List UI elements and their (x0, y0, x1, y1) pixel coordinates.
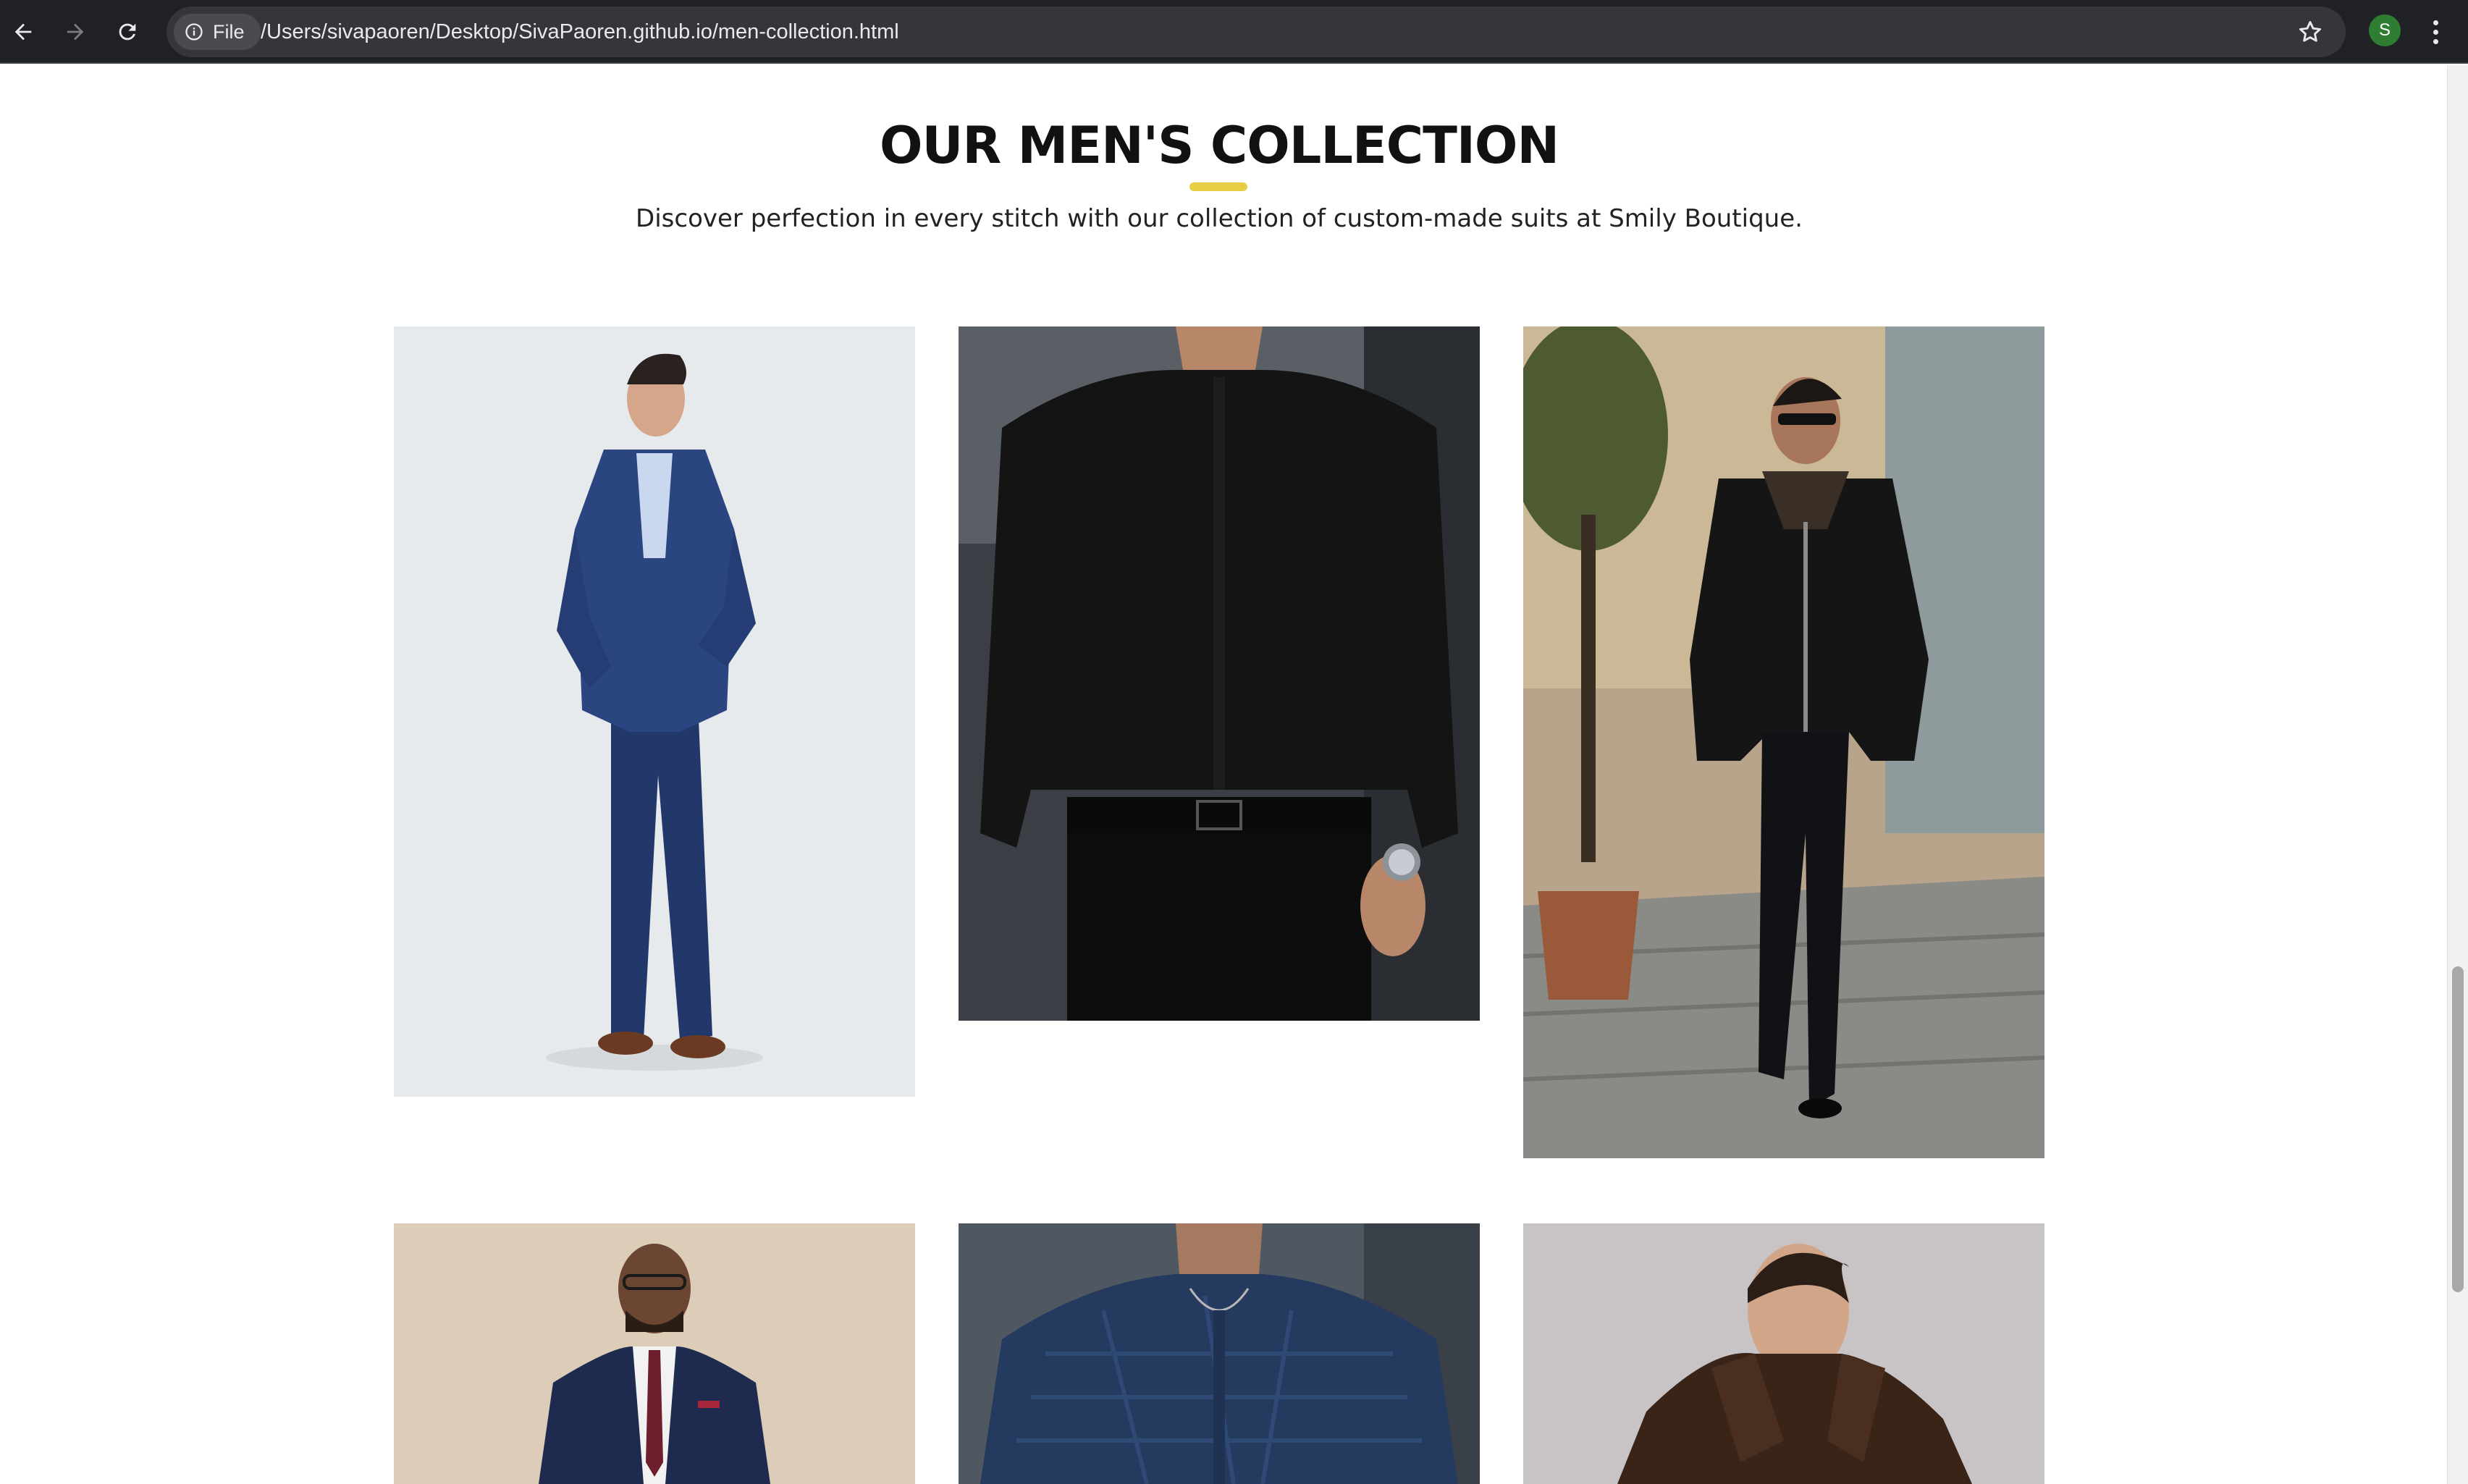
page-viewport: OUR MEN'S COLLECTION Discover perfection… (0, 65, 2447, 1484)
product-card-black-shirt[interactable] (959, 326, 1480, 1021)
site-info-chip[interactable]: File (174, 14, 261, 50)
product-image (394, 326, 915, 1097)
info-icon (185, 23, 203, 41)
reload-button[interactable] (109, 13, 146, 51)
page-scrollbar[interactable] (2447, 65, 2468, 1484)
browser-toolbar: File /Users/sivapaoren/Desktop/SivaPaore… (0, 0, 2468, 64)
back-arrow-icon (14, 23, 32, 41)
title-underline (1189, 182, 1247, 191)
scrollbar-thumb[interactable] (2452, 966, 2464, 1292)
address-bar[interactable]: File /Users/sivapaoren/Desktop/SivaPaore… (167, 7, 2346, 57)
product-card-navy-suit[interactable] (394, 326, 915, 1097)
forward-arrow-icon (67, 23, 84, 41)
url-text[interactable]: /Users/sivapaoren/Desktop/SivaPaoren.git… (261, 7, 899, 57)
product-card-brown-leather-jacket[interactable] (1523, 1223, 2044, 1484)
bookmark-star-icon[interactable] (2296, 18, 2324, 46)
kebab-menu-icon[interactable] (2421, 13, 2450, 51)
product-image (1523, 1223, 2044, 1484)
reload-icon (119, 23, 136, 41)
product-image (1523, 326, 2044, 1158)
product-card-three-piece-suit[interactable] (394, 1223, 915, 1484)
back-button[interactable] (4, 13, 42, 51)
section-subtitle: Discover perfection in every stitch with… (636, 204, 1803, 233)
site-info-label: File (213, 20, 245, 43)
product-image (959, 1223, 1480, 1484)
section-title: OUR MEN'S COLLECTION (879, 116, 1559, 175)
product-image (959, 326, 1480, 1021)
profile-avatar[interactable]: S (2369, 14, 2401, 46)
forward-button[interactable] (56, 13, 94, 51)
product-card-leather-jacket[interactable] (1523, 326, 2044, 1158)
product-image (394, 1223, 915, 1484)
product-card-navy-patterned-shirt[interactable] (959, 1223, 1480, 1484)
